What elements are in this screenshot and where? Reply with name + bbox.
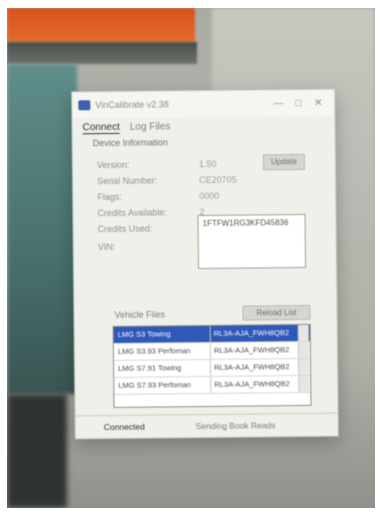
list-scrollbar[interactable] [298,375,310,393]
vehicle-files-list[interactable]: LMG S3 Towing RL3A-AJA_FWH8QB2 LMG S3.93… [112,323,312,408]
window-title: VinCalibrate v2.38 [95,99,169,111]
vehicle-file-code: RL3A-AJA_FWH8QB2 [213,345,290,355]
vehicle-file-name: LMG S7.93 Perfoman [114,376,212,394]
tab-connect[interactable]: Connect [82,121,120,135]
vehicle-file-code: RL3A-AJA_FWH8QB2 [214,362,290,372]
app-icon [78,100,91,111]
vehicle-file-code: RL3A-AJA_FWH8QB2 [214,379,290,389]
list-scrollbar[interactable] [297,324,309,342]
connection-status: Connected [103,421,145,433]
list-scrollbar[interactable] [298,358,310,376]
maximize-button[interactable]: □ [288,97,308,108]
vehicle-file-name: LMG S3.93 Perfoman [113,342,211,360]
minimize-button[interactable]: — [268,98,288,109]
list-scrollbar[interactable] [297,341,309,359]
vehicle-file-name: LMG S3 Towing [113,325,211,343]
status-message: Sending Book Reads [195,420,276,432]
vehicle-file-code: RL3A-AJA_FWH8QB2 [213,328,290,338]
list-item[interactable]: LMG S3.93 Perfoman RL3A-AJA_FWH8QB2 [113,341,310,361]
serial-number-label: Serial Number: [97,175,158,187]
monitor-teal-panel [7,64,77,394]
list-item[interactable]: LMG S7.91 Towing RL3A-AJA_FWH8QB2 [114,358,311,378]
reload-list-button[interactable]: Reload List [242,304,311,321]
credits-used-label: Credits Used: [97,223,153,235]
credits-available-label: Credits Available: [97,207,167,219]
vehicle-files-label: Vehicle Files [114,309,166,320]
tab-log-files[interactable]: Log Files [130,121,171,133]
version-value: 1.50 [198,158,217,170]
monitor-dark-band [7,42,197,64]
vin-field[interactable]: 1FTFW1RG3KFD45836 [197,213,307,270]
status-bar: Connected Sending Book Reads [75,412,338,439]
close-button[interactable]: ✕ [308,97,328,108]
flags-label: Flags: [97,191,122,203]
title-bar[interactable]: VinCalibrate v2.38 — □ ✕ [72,89,335,119]
list-item[interactable]: LMG S7.93 Perfoman RL3A-AJA_FWH8QB2 [114,375,311,395]
flags-value: 0000 [199,190,220,202]
version-label: Version: [96,159,130,171]
vin-label: VIN: [97,241,116,253]
serial-number-value: CE20705 [199,174,237,186]
photo-background: VinCalibrate v2.38 — □ ✕ Connect Log Fil… [7,8,375,508]
desk-shadow [7,394,67,508]
monitor-red-area [7,8,195,42]
list-item[interactable]: LMG S3 Towing RL3A-AJA_FWH8QB2 [113,324,310,344]
app-window: VinCalibrate v2.38 — □ ✕ Connect Log Fil… [71,88,339,440]
update-button[interactable]: Update [262,153,306,171]
vehicle-file-name: LMG S7.91 Towing [114,359,212,377]
